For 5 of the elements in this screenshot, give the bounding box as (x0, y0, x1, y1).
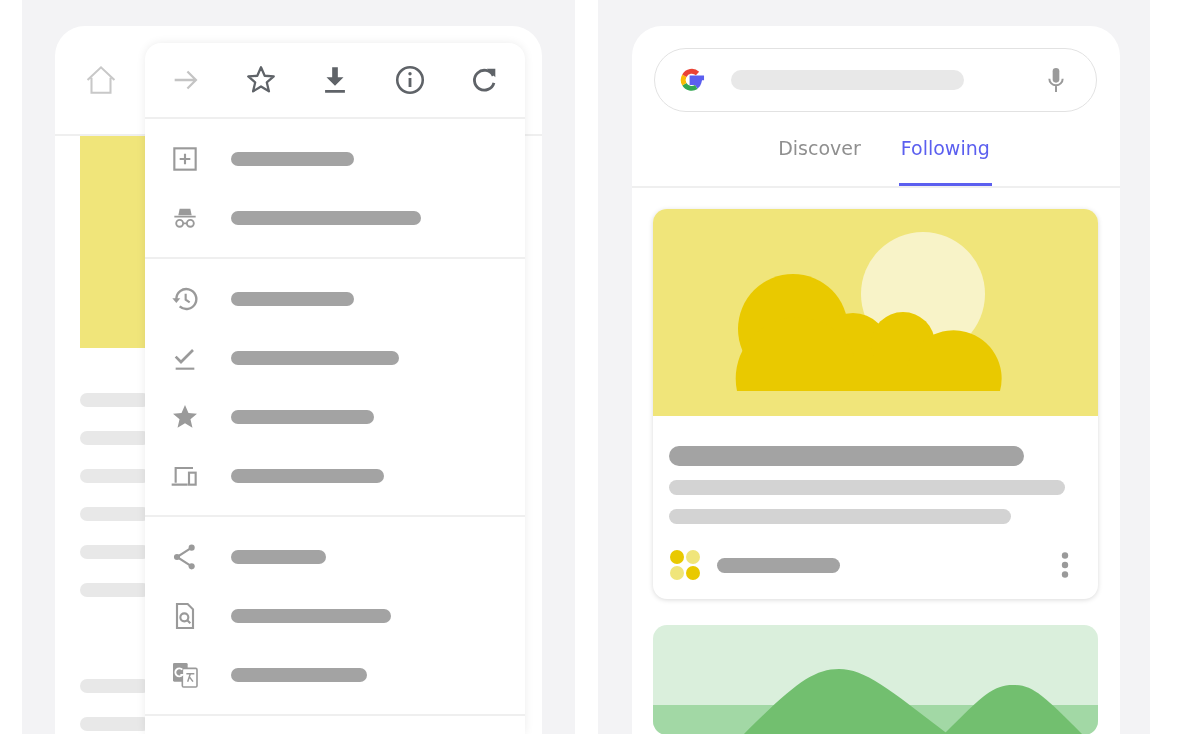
feed-card[interactable] (653, 209, 1098, 599)
more-icon[interactable] (1061, 552, 1069, 578)
feed-tab[interactable]: Discover (776, 112, 863, 186)
dots-logo-icon (669, 549, 701, 581)
feed-tab[interactable]: Following (898, 112, 992, 186)
